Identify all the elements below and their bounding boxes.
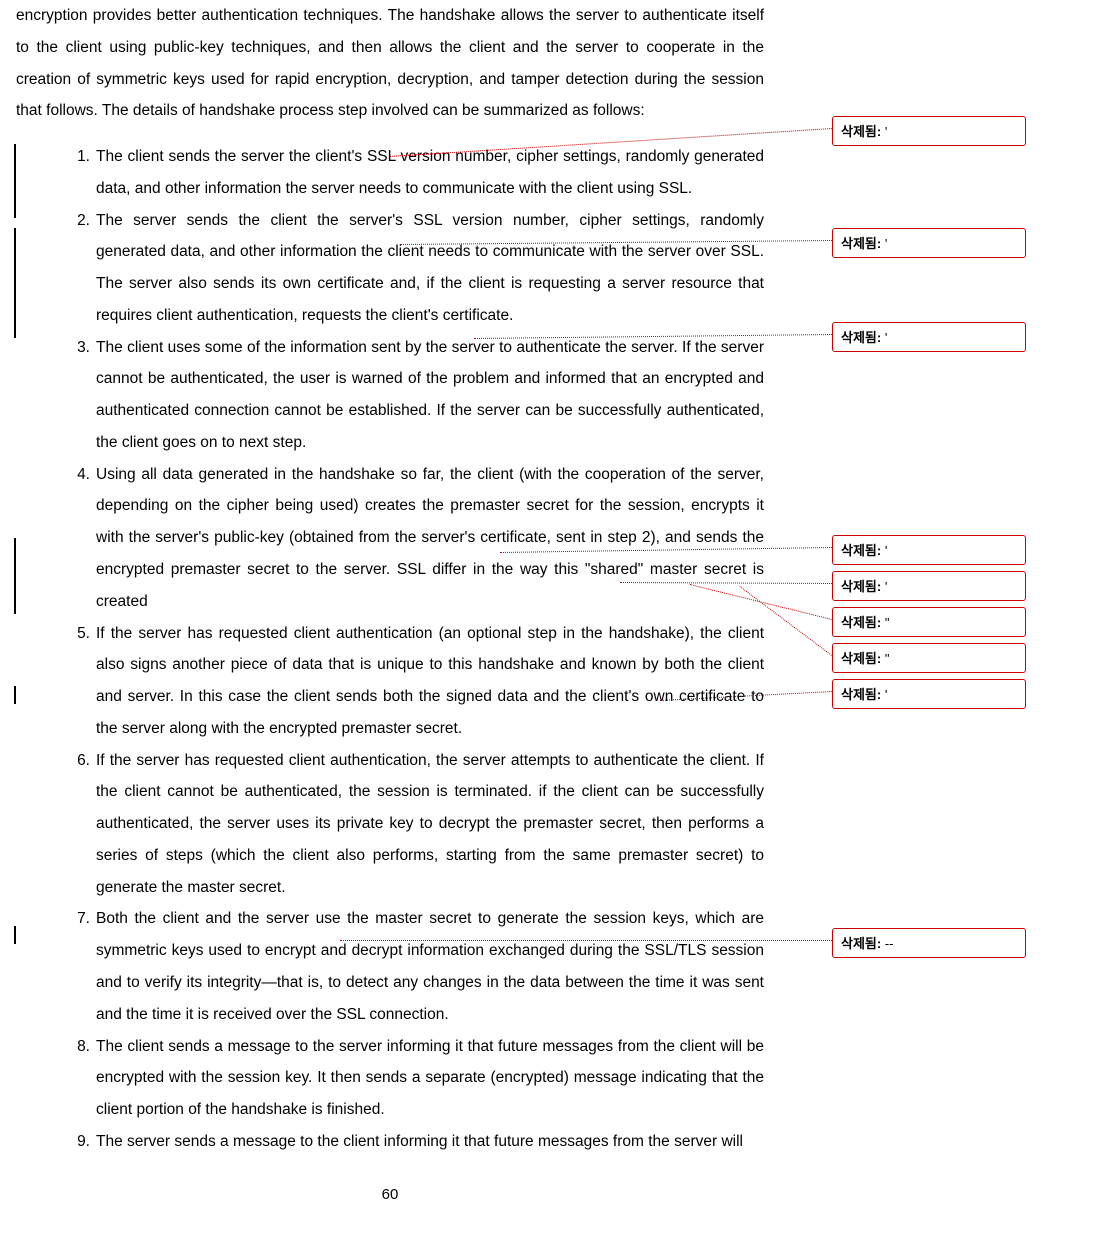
balloon-value: ' [881,124,887,139]
balloon-value: " [881,651,889,666]
balloon-label: 삭제됨: [841,330,881,345]
comment-balloon[interactable]: 삭제됨: ' [832,679,1026,709]
step-item: 6.If the server has requested client aut… [56,745,764,904]
step-number: 2. [60,205,90,237]
balloon-value: ' [881,687,887,702]
step-text: If the server has requested client authe… [96,625,764,737]
balloon-label: 삭제됨: [841,579,881,594]
step-number: 4. [60,459,90,491]
change-bar [14,926,16,944]
comment-balloon[interactable]: 삭제됨: ' [832,571,1026,601]
step-item: 2.The server sends the client the server… [56,205,764,332]
step-number: 3. [60,332,90,364]
comment-balloon[interactable]: 삭제됨: " [832,607,1026,637]
comment-balloon[interactable]: 삭제됨: ' [832,322,1026,352]
balloon-label: 삭제됨: [841,687,881,702]
balloon-label: 삭제됨: [841,543,881,558]
balloon-label: 삭제됨: [841,936,881,951]
balloon-value: ' [881,330,887,345]
step-number: 6. [60,745,90,777]
step-number: 9. [60,1126,90,1158]
change-bar [14,686,16,704]
step-text: The client uses some of the information … [96,339,764,451]
step-item: 3.The client uses some of the informatio… [56,332,764,459]
balloon-value: ' [881,543,887,558]
step-item: 8.The client sends a message to the serv… [56,1031,764,1126]
step-text: Both the client and the server use the m… [96,910,764,1022]
step-number: 8. [60,1031,90,1063]
step-text: The client sends the server the client's… [96,148,764,197]
change-bar [14,538,16,614]
step-item: 4.Using all data generated in the handsh… [56,459,764,618]
change-bar [14,228,16,338]
step-item: 1.The client sends the server the client… [56,141,764,205]
comment-balloon[interactable]: 삭제됨: " [832,643,1026,673]
comment-balloon[interactable]: 삭제됨: ' [832,228,1026,258]
step-text: The server sends a message to the client… [96,1133,743,1150]
change-bar [14,144,16,218]
balloon-label: 삭제됨: [841,615,881,630]
page-number: 60 [16,1186,764,1223]
step-item: 5.If the server has requested client aut… [56,618,764,745]
step-number: 1. [60,141,90,173]
balloon-value: -- [881,936,893,951]
comment-leader-line [340,940,832,941]
step-number: 7. [60,903,90,935]
balloon-label: 삭제됨: [841,236,881,251]
step-text: If the server has requested client authe… [96,752,764,896]
intro-paragraph: encryption provides better authenticatio… [16,0,764,127]
step-text: Using all data generated in the handshak… [96,466,764,610]
comment-balloon[interactable]: 삭제됨: ' [832,116,1026,146]
balloon-value: ' [881,579,887,594]
step-item: 7.Both the client and the server use the… [56,903,764,1030]
step-number: 5. [60,618,90,650]
step-item: 9. The server sends a message to the clie… [56,1126,764,1158]
comment-balloon[interactable]: 삭제됨: ' [832,535,1026,565]
balloon-label: 삭제됨: [841,651,881,666]
comment-balloon[interactable]: 삭제됨: -- [832,928,1026,958]
handshake-steps-list: 1.The client sends the server the client… [56,141,764,1158]
balloon-value: " [881,615,889,630]
step-text: The client sends a message to the server… [96,1038,764,1119]
balloon-label: 삭제됨: [841,124,881,139]
document-page: encryption provides better authenticatio… [0,0,780,1223]
step-text: The server sends the client the server's… [96,212,764,324]
balloon-value: ' [881,236,887,251]
